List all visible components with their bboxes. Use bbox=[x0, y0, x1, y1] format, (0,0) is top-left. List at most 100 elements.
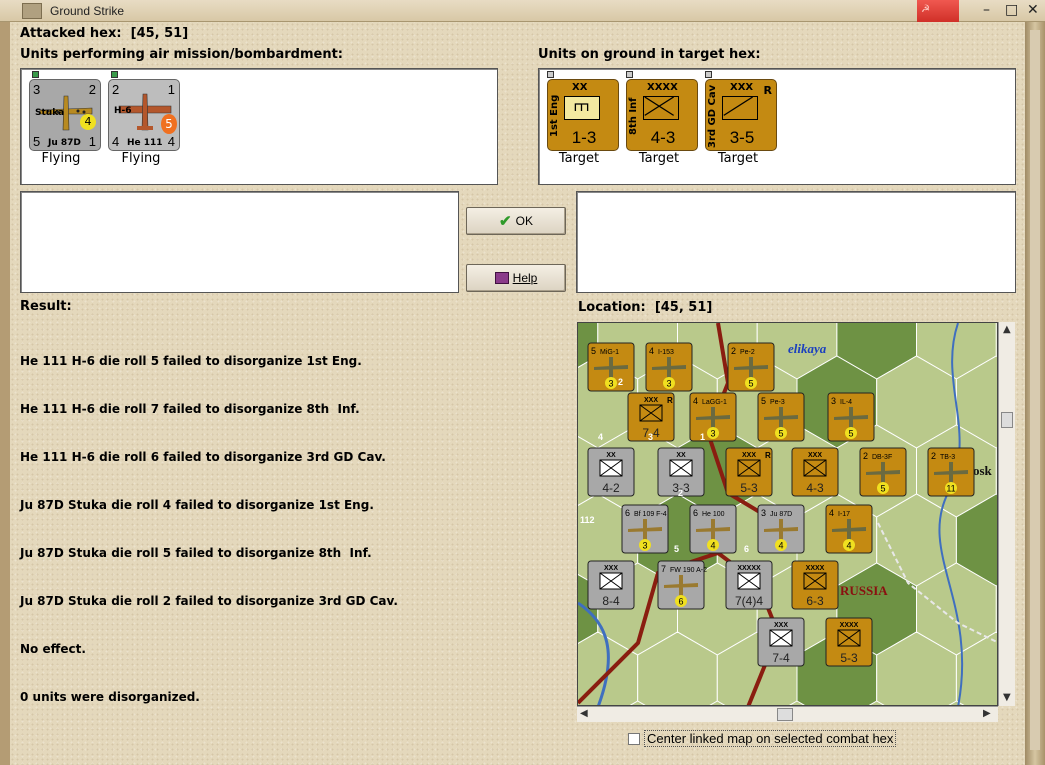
map-place-label: RUSSIA bbox=[840, 583, 888, 598]
counter-size: XXX bbox=[604, 565, 618, 572]
counter-size: XX bbox=[606, 452, 616, 459]
flak-value: 4 bbox=[167, 134, 175, 149]
maximize-button[interactable]: □ bbox=[999, 0, 1021, 22]
ok-button[interactable]: ✔ OK bbox=[466, 207, 566, 235]
unit-pip bbox=[705, 71, 712, 78]
map-unit-counter[interactable]: 2 TB-3 11 bbox=[927, 447, 975, 497]
center-map-label[interactable]: Center linked map on selected combat hex bbox=[644, 730, 897, 747]
unit-size: XXXX bbox=[647, 82, 678, 93]
counter-name: Pe-2 bbox=[740, 349, 755, 356]
minimize-button[interactable]: – bbox=[977, 0, 999, 22]
mission-pip bbox=[111, 71, 118, 78]
unit-strength: 3-5 bbox=[729, 128, 755, 147]
scroll-thumb[interactable] bbox=[1001, 412, 1013, 428]
counter-size: XXX bbox=[742, 452, 756, 459]
counter-flag: R bbox=[765, 451, 771, 460]
counter-value: 4 bbox=[649, 346, 654, 356]
unit-counter-stuka[interactable]: 3 2 Stuka 4 5 Ju 87D 1 bbox=[29, 79, 101, 151]
map-unit-counter[interactable]: 4 I-17 4 bbox=[825, 504, 873, 554]
counter-badge: 4 bbox=[846, 541, 851, 551]
map-unit-counter[interactable]: 3 IL-4 5 bbox=[827, 392, 875, 442]
scroll-up-arrow-icon[interactable]: ▲ bbox=[1003, 324, 1011, 335]
unit-counter-8th-inf[interactable]: 8th Inf XXXX 4-3 bbox=[626, 79, 698, 151]
scroll-down-arrow-icon[interactable]: ▼ bbox=[1003, 692, 1011, 703]
unit-status: Target bbox=[717, 151, 759, 166]
map-unit-counter[interactable]: 6 Bf 109 F-4 3 bbox=[621, 504, 669, 554]
counter-name: DB-3F bbox=[872, 454, 892, 461]
counter-value: 7 bbox=[661, 564, 666, 574]
flak-value: 1 bbox=[88, 134, 96, 149]
map-unit-counter[interactable]: 7 FW 190 A-2 6 bbox=[657, 560, 707, 610]
unit-pip bbox=[547, 71, 554, 78]
result-line: He 111 H-6 die roll 7 failed to disorgan… bbox=[20, 402, 360, 416]
map-horizontal-scrollbar[interactable]: ◀ ▶ bbox=[577, 706, 998, 722]
hex-map[interactable]: elikaya RUSSIA osk 5 MiG-1 3 4 I-153 3 2 Pe-2 5 4 LaG… bbox=[577, 322, 998, 706]
unit-size: XXX bbox=[730, 82, 754, 93]
map-place-label: osk bbox=[973, 463, 993, 478]
unit-strength: 1-3 bbox=[571, 128, 597, 147]
counter-value: 6 bbox=[693, 508, 698, 518]
map-unit-counter[interactable]: XXX 7-4 bbox=[757, 617, 805, 667]
counter-size: XXXX bbox=[840, 622, 859, 629]
map-unit-counter[interactable]: XX 4-2 bbox=[587, 447, 635, 497]
scroll-left-arrow-icon[interactable]: ◀ bbox=[580, 708, 588, 719]
title-bar: Ground Strike ☭ – □ ✕ bbox=[0, 0, 1045, 22]
result-label: Result: bbox=[20, 299, 72, 314]
counter-badge: 4 bbox=[778, 541, 783, 551]
counter-badge: 3 bbox=[608, 379, 613, 389]
map-vertical-scrollbar[interactable]: ▲ ▼ bbox=[998, 322, 1015, 706]
left-frame bbox=[0, 22, 10, 765]
counter-size: XXXX bbox=[806, 565, 825, 572]
unit-counter-3rd-gd-cav[interactable]: 3rd GD Cav XXX R 3-5 bbox=[705, 79, 777, 151]
center-map-checkbox[interactable] bbox=[628, 733, 640, 745]
result-log: He 111 H-6 die roll 5 failed to disorgan… bbox=[20, 321, 398, 721]
map-unit-counter[interactable]: 2 DB-3F 5 bbox=[859, 447, 907, 497]
map-unit-counter[interactable]: 2 Pe-2 5 bbox=[727, 342, 775, 392]
unit-counter-1st-eng[interactable]: 1st Eng XX 1-3 bbox=[547, 79, 619, 151]
counter-value: 3 bbox=[831, 396, 836, 406]
map-unit-counter[interactable]: XXXX 6-3 bbox=[791, 560, 839, 610]
map-unit-counter[interactable]: XXX 4-3 bbox=[791, 447, 839, 497]
map-unit-counter[interactable]: 5 MiG-1 3 bbox=[587, 342, 635, 392]
counter-badge: 3 bbox=[710, 429, 715, 439]
ground-units-panel: 1st Eng XX 1-3 Target 8th Inf XXXX 4-3 T… bbox=[538, 68, 1016, 185]
counter-name: Bf 109 F-4 bbox=[634, 511, 667, 518]
range-value: 5 bbox=[33, 134, 41, 149]
map-unit-counter[interactable]: 6 He 100 4 bbox=[689, 504, 737, 554]
counter-strength: 5-3 bbox=[840, 651, 858, 665]
map-unit-counter[interactable]: 4 I-153 3 bbox=[645, 342, 693, 392]
location-label: Location: [45, 51] bbox=[578, 300, 713, 315]
mission-pip bbox=[32, 71, 39, 78]
result-line: No effect. bbox=[20, 642, 86, 656]
unit-status: Flying bbox=[121, 151, 161, 166]
unit-counter-he111[interactable]: 2 1 H-6 5 4 He 111 4 bbox=[108, 79, 180, 151]
counter-value: 6 bbox=[625, 508, 630, 518]
help-book-icon bbox=[494, 272, 509, 284]
reserve-flag: R bbox=[763, 84, 772, 97]
app-icon bbox=[22, 3, 42, 19]
map-unit-counter[interactable]: 5 Pe-3 5 bbox=[757, 392, 805, 442]
close-button[interactable]: ✕ bbox=[1021, 0, 1045, 22]
map-unit-counter[interactable]: XXX 8-4 bbox=[587, 560, 635, 610]
counter-size: XXX bbox=[644, 397, 658, 404]
ground-units-heading: Units on ground in target hex: bbox=[538, 47, 761, 62]
unit-strength: 4-3 bbox=[650, 128, 676, 147]
counter-value: 4 bbox=[829, 508, 834, 518]
map-place-label: elikaya bbox=[788, 341, 827, 356]
scroll-thumb[interactable] bbox=[777, 708, 793, 721]
cavalry-symbol-icon bbox=[722, 96, 758, 120]
window-scrollbar[interactable] bbox=[1030, 30, 1040, 750]
unit-status: Target bbox=[638, 151, 680, 166]
map-unit-counter[interactable]: 4 LaGG-1 3 bbox=[689, 392, 737, 442]
map-unit-counter[interactable]: XXX R 5-3 bbox=[725, 447, 773, 497]
map-unit-counter[interactable]: XXXXX 7(4)4 bbox=[725, 560, 773, 610]
map-unit-counter[interactable]: XXXX 5-3 bbox=[825, 617, 873, 667]
help-button[interactable]: Help bbox=[466, 264, 566, 292]
counter-flag: R bbox=[667, 396, 673, 405]
location-value: [45, 51] bbox=[654, 300, 713, 315]
air-units-heading: Units performing air mission/bombardment… bbox=[20, 47, 344, 62]
hex-map-canvas[interactable]: elikaya RUSSIA osk 5 MiG-134 I-1533 2 Pe-254 LaG… bbox=[578, 323, 998, 706]
result-line: Ju 87D Stuka die roll 5 failed to disorg… bbox=[20, 546, 372, 560]
map-unit-counter[interactable]: 3 Ju 87D 4 bbox=[757, 504, 805, 554]
scroll-right-arrow-icon[interactable]: ▶ bbox=[983, 708, 991, 719]
